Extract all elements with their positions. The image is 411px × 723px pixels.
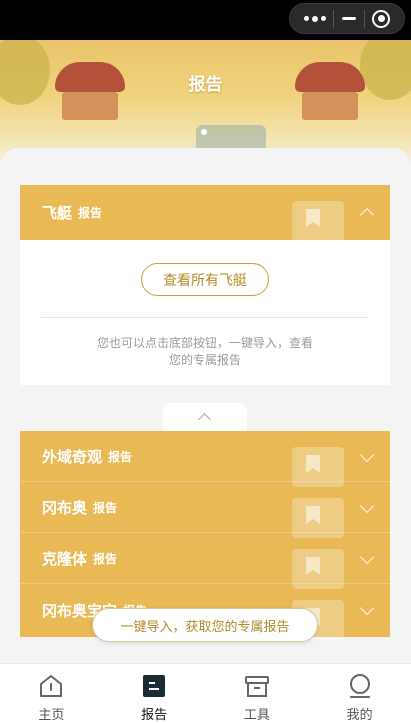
section-subtitle: 报告 xyxy=(93,551,118,566)
tab-tools[interactable]: 工具 xyxy=(206,664,309,723)
section-header[interactable]: 克隆体 报告 xyxy=(20,533,390,589)
divider xyxy=(41,317,369,318)
collapse-toggle[interactable] xyxy=(163,403,247,431)
toolbox-icon xyxy=(244,676,269,697)
section-subtitle: 报告 xyxy=(108,449,133,464)
chevron-down-icon[interactable] xyxy=(359,447,375,463)
section-title: 冈布奥 xyxy=(42,498,88,517)
bookmark-icon xyxy=(292,201,344,241)
capsule-divider xyxy=(363,9,365,28)
minimize-icon[interactable] xyxy=(341,17,356,20)
one-click-import-button[interactable]: 一键导入，获取您的专属报告 xyxy=(92,608,318,642)
section-header[interactable]: 飞艇 报告 xyxy=(20,185,390,241)
section-subtitle: 报告 xyxy=(78,206,103,220)
status-bar xyxy=(0,0,411,40)
tab-home[interactable]: 主页 xyxy=(0,664,103,723)
hint-text: 您也可以点击底部按钮，一键导入，查看 您的专属报告 xyxy=(60,335,350,369)
bookmark-icon xyxy=(292,549,344,589)
section-title: 飞艇 xyxy=(42,204,73,222)
view-all-airships-button[interactable]: 查看所有飞艇 xyxy=(141,263,269,296)
report-icon xyxy=(143,675,166,697)
tab-label: 工具 xyxy=(243,708,270,723)
more-options-icon[interactable] xyxy=(303,15,326,22)
banner-pagination-dot[interactable] xyxy=(201,129,207,135)
chevron-up-icon[interactable] xyxy=(359,207,375,223)
section-title: 外域奇观 xyxy=(42,447,103,466)
chevron-down-icon[interactable] xyxy=(359,600,375,616)
header-banner: 报告 xyxy=(0,40,411,165)
bookmark-icon xyxy=(292,447,344,487)
hint-line: 您的专属报告 xyxy=(168,353,241,367)
tab-label: 报告 xyxy=(141,708,168,723)
section-header[interactable]: 外域奇观 报告 xyxy=(20,431,390,487)
section-header[interactable]: 冈布奥 报告 xyxy=(20,482,390,538)
capsule-divider xyxy=(333,9,335,28)
hint-line: 您也可以点击底部按钮，一键导入，查看 xyxy=(96,336,313,350)
bottom-tab-bar: 主页 报告 工具 我的 xyxy=(0,663,411,723)
chevron-down-icon[interactable] xyxy=(359,498,375,514)
profile-icon xyxy=(349,674,370,698)
mini-program-capsule xyxy=(289,3,405,34)
close-target-icon[interactable] xyxy=(372,9,391,28)
chevron-down-icon[interactable] xyxy=(359,549,375,565)
bookmark-icon xyxy=(292,498,344,538)
tab-label: 主页 xyxy=(38,708,65,723)
tab-report[interactable]: 报告 xyxy=(103,664,206,723)
section-airship: 飞艇 报告 查看所有飞艇 您也可以点击底部按钮，一键导入，查看 您的专属报告 xyxy=(20,185,390,385)
section-outer-wonders: 外域奇观 报告 冈布奥 报告 克隆体 报告 冈布奥宝宝 报告 xyxy=(20,431,390,640)
section-body: 查看所有飞艇 您也可以点击底部按钮，一键导入，查看 您的专属报告 xyxy=(20,240,390,385)
section-title: 克隆体 xyxy=(42,549,88,568)
tab-label: 我的 xyxy=(346,708,373,723)
home-icon xyxy=(40,675,63,697)
section-subtitle: 报告 xyxy=(93,500,118,515)
chevron-up-icon xyxy=(198,413,211,426)
tab-profile[interactable]: 我的 xyxy=(308,664,411,723)
page-title: 报告 xyxy=(188,75,223,95)
